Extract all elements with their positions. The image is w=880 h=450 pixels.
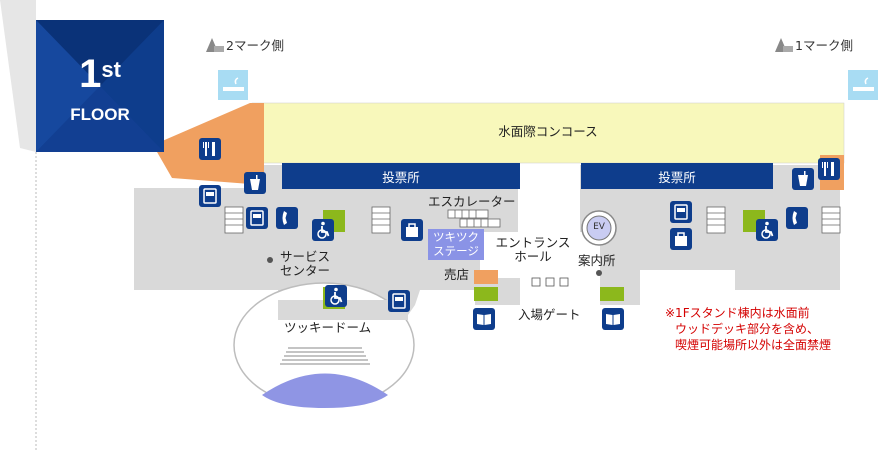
badge-pointer xyxy=(0,0,36,152)
mark-direction-icon xyxy=(206,38,793,52)
green-marker xyxy=(474,287,498,301)
entrance-gates xyxy=(531,277,569,287)
gate-label: 入場ゲート xyxy=(518,307,581,322)
smoking-note: ※1Fスタンド棟内は水面前 ウッドデッキ部分を含め、 喫煙可能場所以外は全面禁煙 xyxy=(665,306,832,352)
drink-icon xyxy=(792,168,814,190)
tsukky-stage-label: ツキツク ステージ xyxy=(428,229,484,260)
shop-label: 売店 xyxy=(444,267,470,282)
ticket-counter-right: 投票所 xyxy=(581,163,773,189)
atm-icon xyxy=(246,207,268,229)
service-center-dot xyxy=(267,257,273,263)
locker-icon xyxy=(401,219,423,241)
wheelchair-icon xyxy=(756,219,778,241)
wheelchair-icon xyxy=(312,219,334,241)
mark-left-label: 2マーク側 xyxy=(226,38,284,53)
atm-icon xyxy=(199,185,221,207)
service-center-label: サービス センター xyxy=(280,249,331,279)
restaurant-icon xyxy=(818,158,840,180)
ev-label: EV xyxy=(593,222,605,232)
ticket-counter-left: 投票所 xyxy=(282,163,520,189)
newspaper-icon xyxy=(473,308,495,330)
shop-marker xyxy=(474,270,498,284)
locker-icon xyxy=(670,228,692,250)
floor-map: 1st FLOOR 2マーク側 1マーク側 水面際コンコース 投票所 投票所 エ… xyxy=(0,0,880,450)
atm-icon xyxy=(388,290,410,312)
info-dot xyxy=(596,270,602,276)
floor-label: FLOOR xyxy=(70,105,130,124)
info-label: 案内所 xyxy=(578,253,616,268)
atm-icon xyxy=(670,201,692,223)
newspaper-icon xyxy=(602,308,624,330)
phone-icon xyxy=(786,207,808,229)
restaurant-icon xyxy=(199,138,221,160)
phone-icon xyxy=(276,207,298,229)
drink-icon xyxy=(244,172,266,194)
floor-number: 1st xyxy=(79,52,121,96)
smoking-area-icon xyxy=(218,70,248,100)
wheelchair-icon xyxy=(325,285,347,307)
mark-right-label: 1マーク側 xyxy=(795,38,853,53)
escalator-label: エスカレーター xyxy=(428,194,516,209)
smoking-area-icon xyxy=(848,70,878,100)
entrance-hall-label: エントランス ホール xyxy=(495,235,571,265)
green-marker xyxy=(600,287,624,301)
concourse-label: 水面際コンコース xyxy=(498,124,598,139)
tsukky-dome-label: ツッキードーム xyxy=(284,320,372,335)
